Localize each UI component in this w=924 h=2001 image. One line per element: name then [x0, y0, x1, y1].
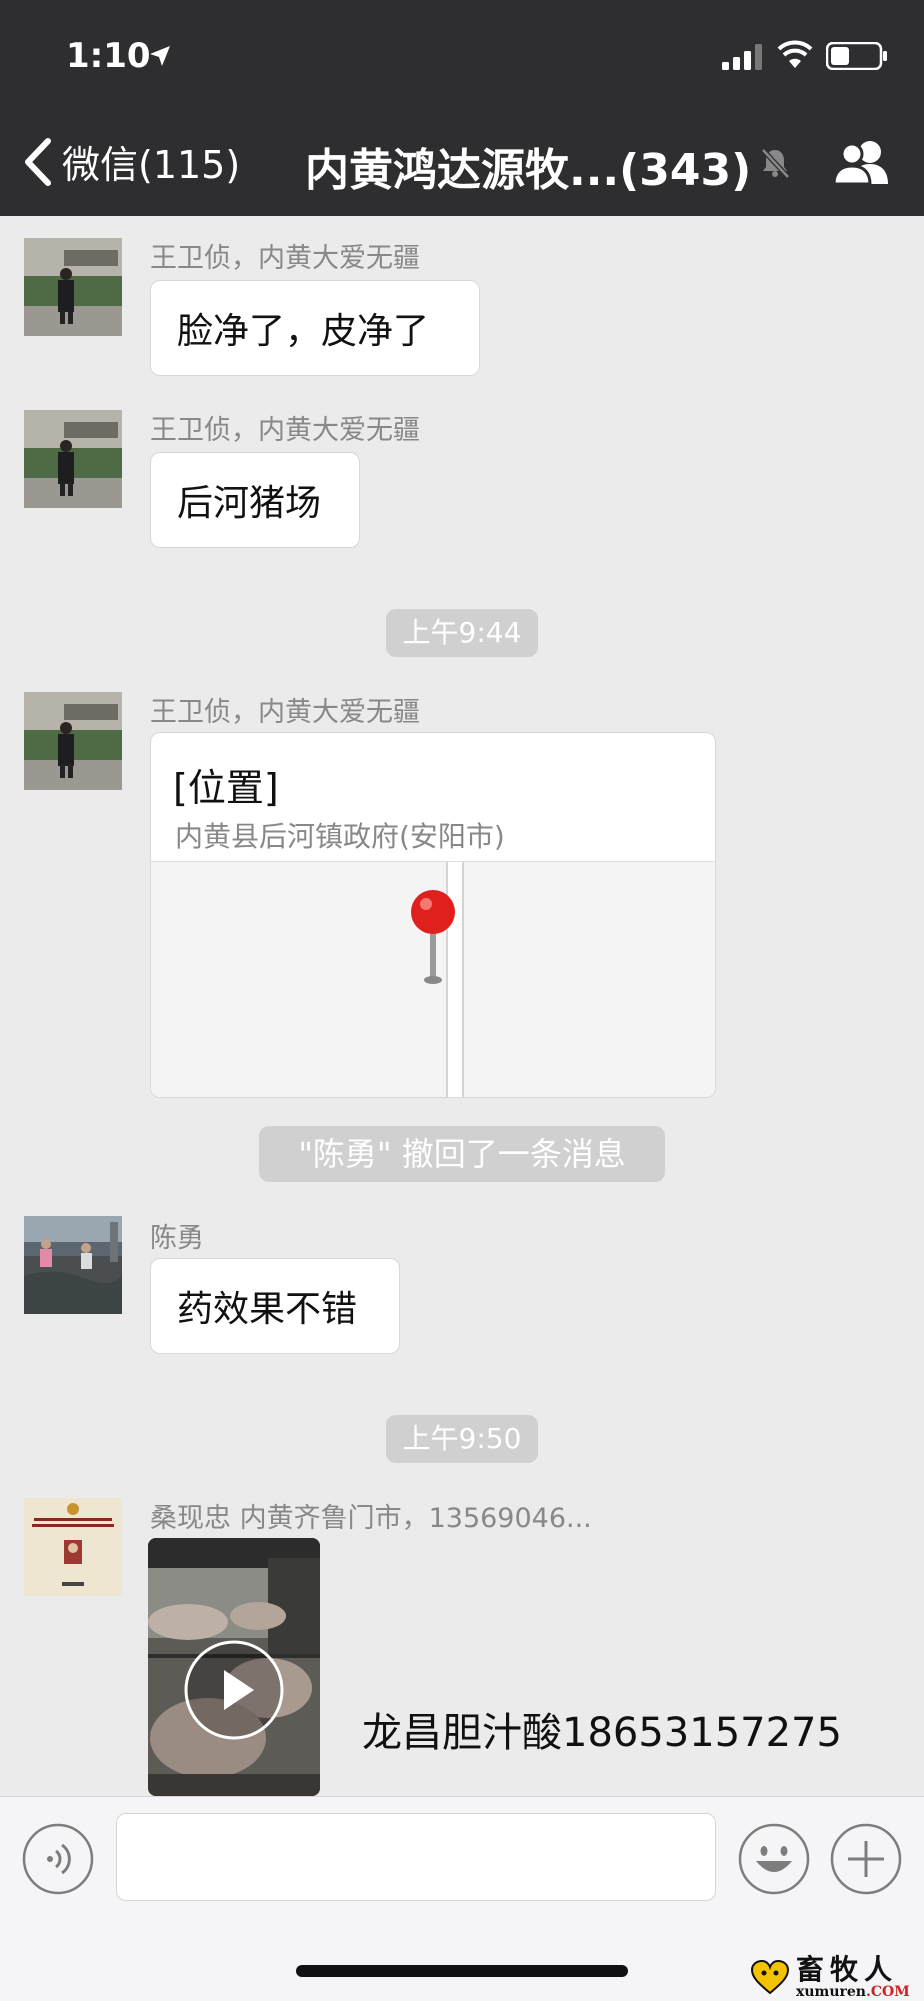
play-icon[interactable]: [182, 1638, 286, 1742]
avatar[interactable]: [24, 692, 122, 790]
avatar[interactable]: [24, 1498, 122, 1596]
avatar-photo: [24, 1216, 122, 1314]
message-input[interactable]: [116, 1813, 716, 1901]
watermark: 畜牧人 xumuren.COM: [750, 1955, 910, 1999]
chevron-left-icon: [25, 137, 51, 186]
certificate-avatar-image: [24, 1498, 122, 1596]
avatar[interactable]: [24, 238, 122, 336]
time-divider: 上午9:50: [386, 1415, 538, 1463]
navigation-bar: 1:10 微信(115) 内黄鸿达源牧...(343): [0, 0, 924, 216]
sender-name: 陈勇: [150, 1223, 204, 1254]
cellular-signal-icon: [722, 44, 762, 70]
sender-name: 王卫侦，内黄大爱无疆: [150, 415, 420, 446]
map-pin-icon: [411, 890, 455, 984]
back-button[interactable]: 微信(115): [22, 134, 240, 189]
battery-icon: [826, 42, 887, 70]
overlay-ad-text: 龙昌胆汁酸18653157275: [362, 1710, 842, 1756]
avatar-photo: [24, 692, 122, 790]
wifi-icon: [777, 40, 813, 68]
message-bubble[interactable]: 脸净了，皮净了: [150, 280, 480, 376]
avatar-photo: [24, 410, 122, 508]
sender-name: 王卫侦，内黄大爱无疆: [150, 243, 420, 274]
message-bubble[interactable]: 后河猪场: [150, 452, 360, 548]
sender-name: 王卫侦，内黄大爱无疆: [150, 697, 420, 728]
location-map-preview: [151, 861, 715, 1097]
avatar[interactable]: [24, 410, 122, 508]
watermark-en: xumuren.COM: [796, 1984, 910, 2000]
avatar[interactable]: [24, 1216, 122, 1314]
message-bubble[interactable]: 药效果不错: [150, 1258, 400, 1354]
back-label: 微信(115): [62, 143, 241, 187]
time-divider: 上午9:44: [386, 609, 538, 657]
emoji-icon[interactable]: [738, 1823, 810, 1895]
input-toolbar: 畜牧人 xumuren.COM: [0, 1796, 924, 2001]
chat-title: 内黄鸿达源牧...(343): [305, 145, 752, 196]
group-members-icon[interactable]: [832, 138, 892, 186]
plus-icon[interactable]: [830, 1823, 902, 1895]
video-message[interactable]: [148, 1538, 320, 1796]
location-message-card[interactable]: [位置] 内黄县后河镇政府(安阳市): [150, 732, 716, 1098]
location-label: [位置]: [173, 766, 279, 810]
mute-bell-icon: [761, 148, 790, 179]
location-address: 内黄县后河镇政府(安阳市): [175, 820, 505, 853]
recall-notice: "陈勇" 撤回了一条消息: [259, 1126, 665, 1182]
home-indicator: [296, 1965, 628, 1977]
heart-logo-icon: [750, 1959, 790, 1995]
location-arrow-icon: [150, 46, 170, 66]
avatar-photo: [24, 238, 122, 336]
status-time: 1:10: [66, 36, 151, 76]
sender-name: 桑现忠 内黄齐鲁门市，13569046...: [150, 1503, 592, 1534]
voice-input-icon[interactable]: [22, 1823, 94, 1895]
watermark-cn: 畜牧人: [796, 1953, 899, 1986]
